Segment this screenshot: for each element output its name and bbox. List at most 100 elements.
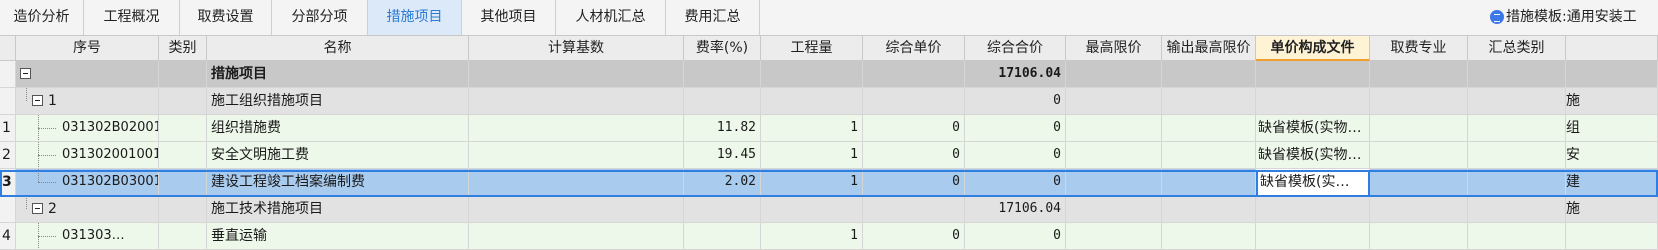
cell-price-composition-file[interactable]: 缺省模板(实… xyxy=(1256,169,1370,196)
cell-quantity[interactable]: 1 xyxy=(761,142,863,169)
cell-quantity[interactable]: 1 xyxy=(761,223,863,250)
cell-fee-specialty[interactable] xyxy=(1370,88,1468,115)
cell-output-max-price[interactable] xyxy=(1162,169,1256,196)
cell-extra[interactable]: 组 xyxy=(1566,115,1658,142)
cell-category[interactable] xyxy=(159,223,207,250)
cell-summary-category[interactable] xyxy=(1468,88,1566,115)
table-row[interactable]: 4 031303… 垂直运输 1 0 0 xyxy=(0,223,1658,250)
cell-price-composition-file[interactable]: 缺省模板(实物… xyxy=(1256,142,1370,169)
cell-summary-category[interactable] xyxy=(1468,196,1566,223)
template-doc-icon[interactable] xyxy=(1490,10,1504,24)
collapse-toggle-icon[interactable] xyxy=(20,68,31,79)
cell-rate[interactable]: 19.45 xyxy=(684,142,761,169)
cell-total-price[interactable]: 17106.04 xyxy=(965,61,1066,88)
cell-price-composition-file[interactable]: 缺省模板(实物… xyxy=(1256,115,1370,142)
cell-unit-price[interactable] xyxy=(863,196,965,223)
tab-labor-material-summary[interactable]: 人材机汇总 xyxy=(556,0,666,35)
cell-fee-specialty[interactable] xyxy=(1370,61,1468,88)
header-seq[interactable]: 序号 xyxy=(16,36,159,61)
cell-name[interactable]: 措施项目 xyxy=(207,61,469,88)
cell-category[interactable] xyxy=(159,61,207,88)
cell-fee-specialty[interactable] xyxy=(1370,223,1468,250)
cell-unit-price[interactable]: 0 xyxy=(863,223,965,250)
cell-output-max-price[interactable] xyxy=(1162,115,1256,142)
cell-output-max-price[interactable] xyxy=(1162,196,1256,223)
cell-calc-base[interactable] xyxy=(469,88,684,115)
cell-price-composition-file[interactable] xyxy=(1256,61,1370,88)
cell-unit-price[interactable] xyxy=(863,61,965,88)
cell-name[interactable]: 施工组织措施项目 xyxy=(207,88,469,115)
cell-seq[interactable]: 031303… xyxy=(16,223,159,250)
tab-other-items[interactable]: 其他项目 xyxy=(462,0,556,35)
header-unit-price[interactable]: 综合单价 xyxy=(863,36,965,61)
cell-calc-base[interactable] xyxy=(469,196,684,223)
cell-rate[interactable] xyxy=(684,196,761,223)
cell-seq[interactable]: 1 xyxy=(16,88,159,115)
cell-seq[interactable]: 031302001001 xyxy=(16,142,159,169)
cell-summary-category[interactable] xyxy=(1468,169,1566,196)
cell-unit-price[interactable] xyxy=(863,88,965,115)
header-price-composition-file[interactable]: 单价构成文件 xyxy=(1256,36,1370,61)
cell-total-price[interactable]: 17106.04 xyxy=(965,196,1066,223)
table-row[interactable]: 1 031302B02001 组织措施费 11.82 1 0 0 缺省模板(实物… xyxy=(0,115,1658,142)
cell-seq[interactable]: 031302B03001 xyxy=(16,169,159,196)
cell-seq[interactable] xyxy=(16,61,159,88)
cell-max-price[interactable] xyxy=(1066,196,1162,223)
header-max-price[interactable]: 最高限价 xyxy=(1066,36,1162,61)
cell-summary-category[interactable] xyxy=(1468,115,1566,142)
cell-fee-specialty[interactable] xyxy=(1370,115,1468,142)
cell-max-price[interactable] xyxy=(1066,88,1162,115)
cell-output-max-price[interactable] xyxy=(1162,88,1256,115)
cell-rate[interactable] xyxy=(684,88,761,115)
cell-total-price[interactable]: 0 xyxy=(965,88,1066,115)
tab-fee-summary[interactable]: 费用汇总 xyxy=(666,0,760,35)
cell-extra[interactable] xyxy=(1566,61,1658,88)
header-total-price[interactable]: 综合合价 xyxy=(965,36,1066,61)
cell-calc-base[interactable] xyxy=(469,142,684,169)
table-row[interactable]: 2 施工技术措施项目 17106.04 施 xyxy=(0,196,1658,223)
header-category[interactable]: 类别 xyxy=(159,36,207,61)
cell-quantity[interactable] xyxy=(761,88,863,115)
header-output-max-price[interactable]: 输出最高限价 xyxy=(1162,36,1256,61)
cell-calc-base[interactable] xyxy=(469,169,684,196)
cell-rate[interactable] xyxy=(684,61,761,88)
cell-output-max-price[interactable] xyxy=(1162,61,1256,88)
cell-price-composition-file[interactable] xyxy=(1256,196,1370,223)
cell-total-price[interactable]: 0 xyxy=(965,142,1066,169)
table-row[interactable]: 2 031302001001 安全文明施工费 19.45 1 0 0 缺省模板(… xyxy=(0,142,1658,169)
cell-total-price[interactable]: 0 xyxy=(965,115,1066,142)
cell-extra[interactable]: 施 xyxy=(1566,196,1658,223)
cell-max-price[interactable] xyxy=(1066,142,1162,169)
cell-price-composition-file[interactable] xyxy=(1256,88,1370,115)
cell-quantity[interactable]: 1 xyxy=(761,169,863,196)
cell-output-max-price[interactable] xyxy=(1162,142,1256,169)
cell-category[interactable] xyxy=(159,169,207,196)
collapse-toggle-icon[interactable] xyxy=(32,203,43,214)
cell-fee-specialty[interactable] xyxy=(1370,196,1468,223)
cell-category[interactable] xyxy=(159,88,207,115)
header-fee-specialty[interactable]: 取费专业 xyxy=(1370,36,1468,61)
tab-project-overview[interactable]: 工程概况 xyxy=(84,0,180,35)
cell-summary-category[interactable] xyxy=(1468,61,1566,88)
cell-name[interactable]: 建设工程竣工档案编制费 xyxy=(207,169,469,196)
cell-calc-base[interactable] xyxy=(469,115,684,142)
cell-quantity[interactable] xyxy=(761,196,863,223)
tab-fee-settings[interactable]: 取费设置 xyxy=(180,0,272,35)
cell-seq[interactable]: 2 xyxy=(16,196,159,223)
header-rate[interactable]: 费率(%) xyxy=(684,36,761,61)
cell-extra[interactable]: 建 xyxy=(1566,169,1658,196)
header-name[interactable]: 名称 xyxy=(207,36,469,61)
cell-category[interactable] xyxy=(159,142,207,169)
cell-category[interactable] xyxy=(159,196,207,223)
cell-max-price[interactable] xyxy=(1066,115,1162,142)
header-quantity[interactable]: 工程量 xyxy=(761,36,863,61)
cell-extra[interactable]: 施 xyxy=(1566,88,1658,115)
header-summary-category[interactable]: 汇总类别 xyxy=(1468,36,1566,61)
cell-category[interactable] xyxy=(159,115,207,142)
cell-max-price[interactable] xyxy=(1066,223,1162,250)
measure-template-selector[interactable]: 措施模板:通用安装工 xyxy=(1506,0,1637,35)
table-row[interactable]: 1 施工组织措施项目 0 施 xyxy=(0,88,1658,115)
cell-total-price[interactable]: 0 xyxy=(965,169,1066,196)
cell-fee-specialty[interactable] xyxy=(1370,169,1468,196)
cell-output-max-price[interactable] xyxy=(1162,223,1256,250)
